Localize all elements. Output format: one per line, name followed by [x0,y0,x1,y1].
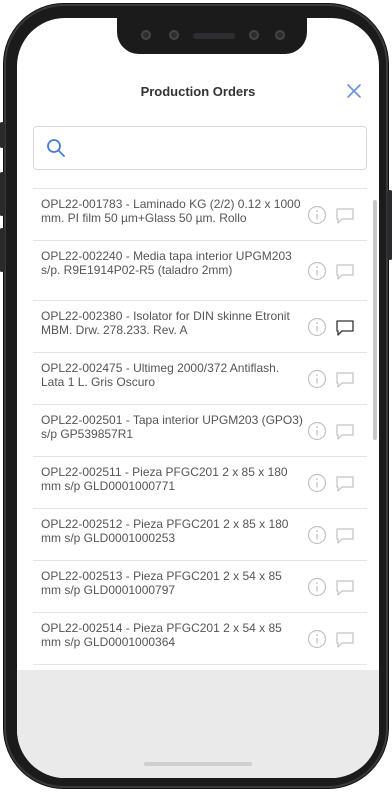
comment-icon[interactable] [335,423,355,441]
comment-icon[interactable] [335,475,355,493]
order-label: OPL22-001783 - Laminado KG (2/2) 0.12 x … [41,197,301,225]
comment-icon[interactable] [335,207,355,225]
item-actions [307,369,359,389]
item-actions [307,261,359,281]
order-label: OPL22-002475 - Ultimeg 2000/372 Antiflas… [41,361,280,389]
comment-icon-active[interactable] [335,319,355,337]
app-screen: Production Orders OPL22-001783 - Laminad… [17,18,379,778]
orders-list[interactable]: OPL22-001783 - Laminado KG (2/2) 0.12 x … [33,188,367,671]
phone-notch [117,18,307,54]
info-icon[interactable] [307,629,327,649]
order-label: OPL22-002501 - Tapa interior UPGM203 (GP… [41,413,303,441]
info-icon[interactable] [307,317,327,337]
order-label: OPL22-002513 - Pieza PFGC201 2 x 54 x 85… [41,569,282,597]
home-indicator [144,762,252,766]
item-actions [307,205,359,225]
info-icon[interactable] [307,369,327,389]
close-button[interactable] [343,80,365,102]
list-item[interactable]: OPL22-002380 - Isolator for DIN skinne E… [33,301,367,353]
list-item[interactable]: OPL22-002501 - Tapa interior UPGM203 (GP… [33,405,367,457]
phone-volume-down-button [0,228,5,272]
item-actions [307,525,359,545]
scrollbar-thumb[interactable] [373,200,377,440]
list-item[interactable]: OPL22-002511 - Pieza PFGC201 2 x 85 x 18… [33,457,367,509]
info-icon[interactable] [307,421,327,441]
info-icon[interactable] [307,261,327,281]
info-icon[interactable] [307,577,327,597]
phone-side-button [0,122,5,148]
list-scrollbar[interactable] [373,190,377,670]
order-label: OPL22-002512 - Pieza PFGC201 2 x 85 x 18… [41,517,289,545]
search-box[interactable] [33,126,367,171]
comment-icon[interactable] [335,579,355,597]
info-icon[interactable] [307,473,327,493]
order-label: OPL22-002511 - Pieza PFGC201 2 x 85 x 18… [41,465,288,493]
camera-dot [169,30,179,40]
list-item[interactable]: OPL22-002514 - Pieza PFGC201 2 x 54 x 85… [33,613,367,665]
sensor-dot [249,30,259,40]
modal-header: Production Orders [17,74,379,110]
camera-dot [275,30,285,40]
modal-footer [17,670,379,778]
list-item[interactable]: OPL22-002512 - Pieza PFGC201 2 x 85 x 18… [33,509,367,561]
comment-icon[interactable] [335,527,355,545]
list-item[interactable]: OPL22-002475 - Ultimeg 2000/372 Antiflas… [33,353,367,405]
sensor-dot [141,30,151,40]
info-icon[interactable] [307,525,327,545]
speaker-grille [193,33,235,39]
item-actions [307,473,359,493]
phone-frame: Production Orders OPL22-001783 - Laminad… [0,4,392,788]
item-actions [307,317,359,337]
list-item[interactable]: OPL22-002513 - Pieza PFGC201 2 x 54 x 85… [33,561,367,613]
item-actions [307,577,359,597]
info-icon[interactable] [307,205,327,225]
list-item[interactable]: OPL22-002240 - Media tapa interior UPGM2… [33,241,367,301]
comment-icon[interactable] [335,263,355,281]
order-label: OPL22-002514 - Pieza PFGC201 2 x 54 x 85… [41,621,282,649]
comment-icon[interactable] [335,631,355,649]
comment-icon[interactable] [335,371,355,389]
order-label: OPL22-002380 - Isolator for DIN skinne E… [41,309,290,337]
item-actions [307,421,359,441]
item-actions [307,629,359,649]
phone-power-button [387,190,392,260]
search-icon [47,139,65,157]
order-label: OPL22-002240 - Media tapa interior UPGM2… [41,249,292,277]
phone-volume-up-button [0,172,5,216]
list-item[interactable]: OPL22-001783 - Laminado KG (2/2) 0.12 x … [33,189,367,241]
search-input[interactable] [72,127,362,171]
page-title: Production Orders [140,84,256,99]
close-icon [347,84,361,98]
